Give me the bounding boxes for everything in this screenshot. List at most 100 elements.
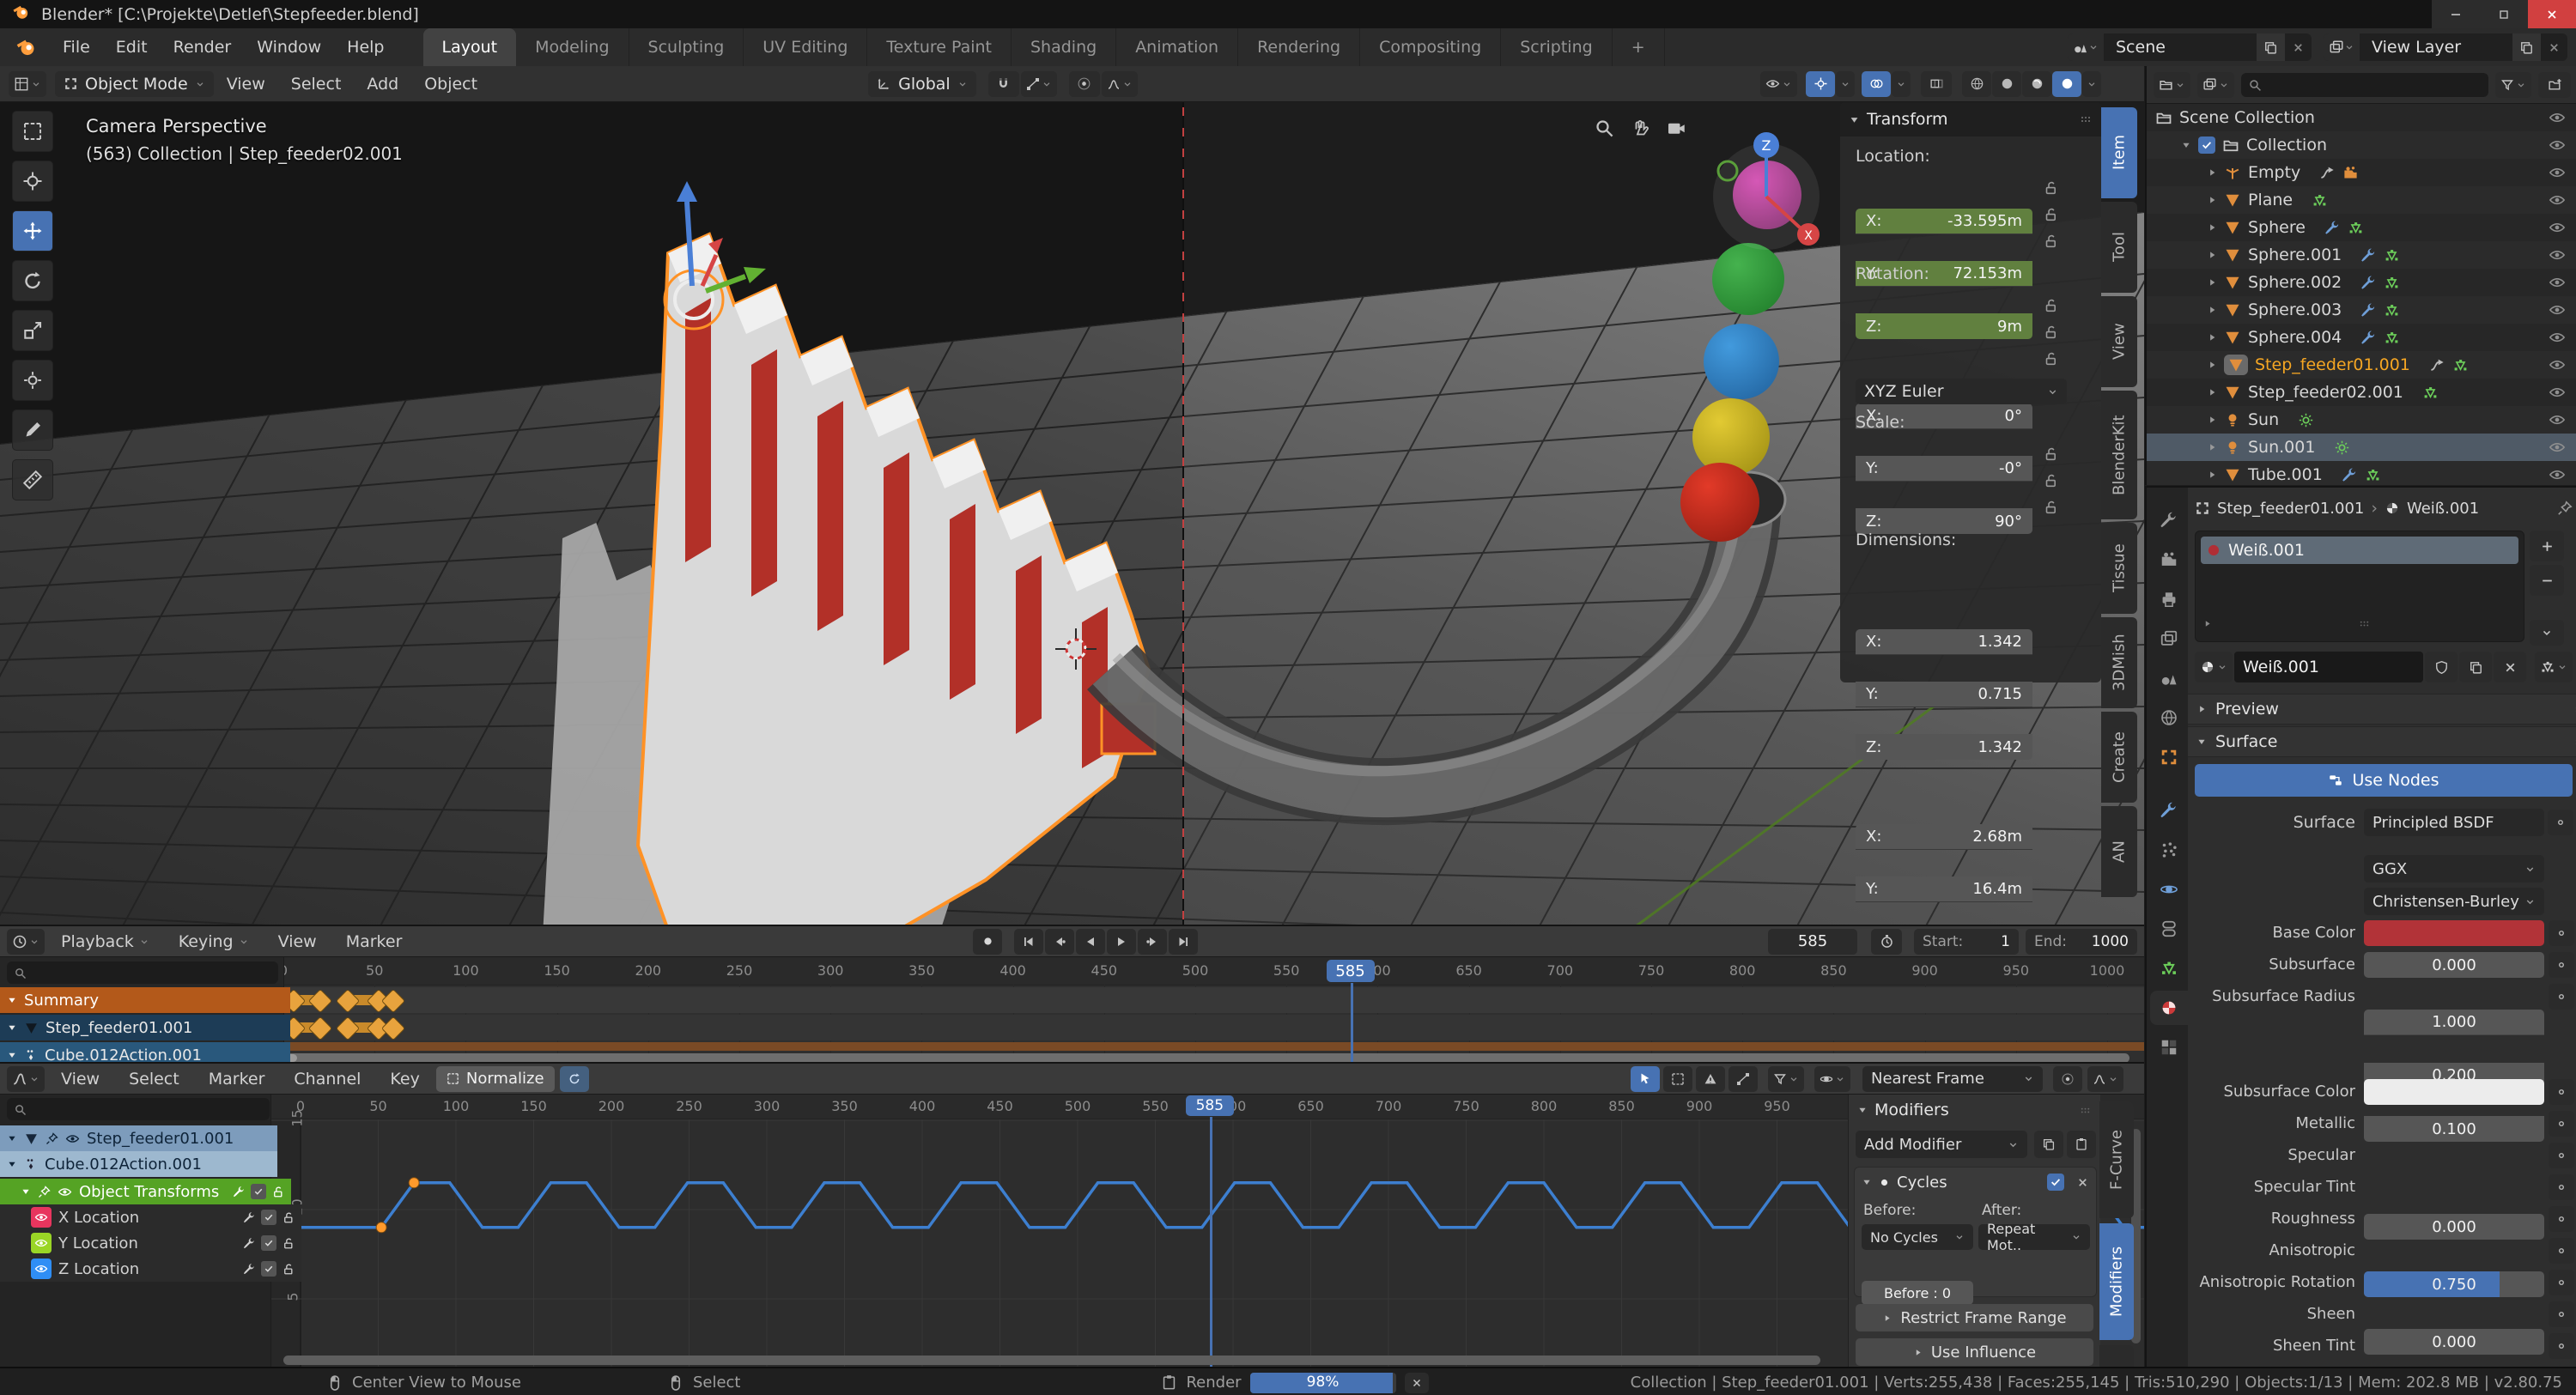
field-animate-button[interactable]	[2549, 1111, 2574, 1137]
workspace-tab-sculpting[interactable]: Sculpting	[629, 28, 744, 66]
n-tab-view[interactable]: View	[2101, 296, 2137, 387]
field-metallic[interactable]: 0.000	[2364, 1214, 2544, 1240]
fcurve-plot[interactable]	[0, 1095, 2144, 1368]
fake-user-toggle[interactable]	[2425, 652, 2458, 682]
n-tab-blenderkit[interactable]: BlenderKit	[2101, 391, 2137, 519]
snap-target-button[interactable]	[1021, 71, 1057, 97]
graph-menu-channel[interactable]: Channel	[281, 1070, 374, 1089]
modifier-enable-checkbox[interactable]	[2047, 1174, 2064, 1191]
dope-channel-1[interactable]: Step_feeder01.001	[0, 1015, 290, 1040]
field-animate-button[interactable]	[2549, 1206, 2574, 1232]
render-cancel-button[interactable]	[1405, 1373, 1429, 1393]
outliner-funnel-button[interactable]	[2495, 72, 2531, 98]
after-mode-dropdown[interactable]: Repeat Mot..	[1978, 1224, 2090, 1250]
lock-toggle[interactable]	[2043, 321, 2065, 343]
transform-dimensions-y[interactable]: Y:16.4m	[1856, 876, 2032, 902]
only-errors-toggle[interactable]	[1696, 1066, 1725, 1092]
outliner-row[interactable]: Tube.001	[2147, 461, 2576, 485]
properties-tab-constraints[interactable]	[2150, 912, 2188, 946]
properties-tab-texture[interactable]	[2150, 1030, 2188, 1064]
graph-channel-3[interactable]: X Location	[0, 1204, 301, 1230]
workspace-tab-shading[interactable]: Shading	[1012, 28, 1116, 66]
viewport-menu-select[interactable]: Select	[278, 75, 355, 94]
visibility-eye-toggle[interactable]	[2549, 329, 2566, 346]
outliner-row[interactable]: Sphere.002	[2147, 269, 2576, 296]
outliner-row[interactable]: Step_feeder02.001	[2147, 379, 2576, 406]
maximize-button[interactable]	[2480, 0, 2528, 28]
playhead-frame-pill[interactable]: 585	[1327, 960, 1375, 982]
dope-editor-type-button[interactable]	[7, 929, 45, 955]
link-target-button[interactable]	[2535, 652, 2573, 682]
properties-tab-tool[interactable]	[2150, 503, 2188, 537]
field-subsurface[interactable]: 0.000	[2364, 952, 2544, 978]
rotation-mode-dropdown[interactable]: XYZ Euler	[1856, 379, 2067, 404]
outliner-row[interactable]: Sphere.004	[2147, 324, 2576, 351]
snap-mode-dropdown[interactable]: Nearest Frame	[1862, 1066, 2043, 1092]
slot-remove-button[interactable]	[2530, 565, 2564, 596]
render-progressbar[interactable]: 98%	[1250, 1373, 1396, 1393]
field-animate-button[interactable]	[2549, 1333, 2574, 1359]
collection-checkbox[interactable]	[2198, 136, 2215, 154]
sidebar-modifiers-header[interactable]: Modifiers	[1849, 1095, 2100, 1125]
workspace-tab-rendering[interactable]: Rendering	[1238, 28, 1360, 66]
breadcrumb-object[interactable]: Step_feeder01.001	[2217, 500, 2364, 518]
menu-help[interactable]: Help	[334, 38, 397, 57]
properties-tab-particles[interactable]	[2150, 833, 2188, 867]
visibility-eye-toggle[interactable]	[2549, 109, 2566, 126]
playhead-line[interactable]	[1351, 983, 1353, 1064]
graph-tab-view[interactable]: View	[2099, 1345, 2134, 1368]
channel-mute-checkbox[interactable]	[251, 1184, 266, 1199]
properties-tab-scene[interactable]	[2150, 661, 2188, 695]
visibility-eye-toggle[interactable]	[2549, 411, 2566, 428]
new-collection-button[interactable]	[2538, 72, 2571, 98]
end-frame-field[interactable]: End:1000	[2026, 929, 2137, 955]
field-animate-button[interactable]	[2549, 984, 2574, 1010]
add-modifier-dropdown[interactable]: Add Modifier	[1856, 1131, 2027, 1158]
shading-wireframe-button[interactable]	[1962, 71, 1991, 97]
n-tab-an[interactable]: AN	[2101, 806, 2137, 897]
outliner-row[interactable]: Sphere.001	[2147, 241, 2576, 269]
surface-animate-button[interactable]	[2548, 810, 2573, 835]
field-specular[interactable]: 0.750	[2364, 1271, 2544, 1297]
outliner-row[interactable]: Step_feeder01.001	[2147, 351, 2576, 379]
properties-tab-world[interactable]	[2150, 701, 2188, 735]
visibility-eye-toggle[interactable]	[2549, 136, 2566, 154]
material-slot-row[interactable]: Weiß.001	[2201, 537, 2518, 564]
outliner-row[interactable]: Plane	[2147, 186, 2576, 214]
transform-dimensions-x[interactable]: X:2.68m	[1856, 824, 2032, 850]
auto-keyframe-toggle[interactable]	[1871, 929, 1902, 955]
field-animate-button[interactable]	[2549, 1270, 2574, 1295]
slot-add-button[interactable]	[2530, 531, 2564, 561]
viewport-menu-view[interactable]: View	[214, 75, 278, 94]
section-surface[interactable]: Surface	[2188, 726, 2576, 757]
visibility-eye-toggle[interactable]	[2549, 246, 2566, 264]
orientation-selector[interactable]: Global	[868, 71, 976, 97]
lock-toggle[interactable]	[2043, 496, 2065, 519]
normalize-auto-button[interactable]	[560, 1066, 589, 1092]
graph-tab-f-curve[interactable]: F-Curve	[2099, 1101, 2134, 1218]
outliner-row[interactable]: Empty	[2147, 159, 2576, 186]
nav-zoom-button[interactable]	[1594, 118, 1614, 138]
shading-material-preview-button[interactable]	[2022, 71, 2051, 97]
transport-skip-end-button[interactable]	[1169, 929, 1198, 955]
section-preview[interactable]: Preview	[2188, 694, 2576, 725]
tri-right-icon[interactable]	[2207, 305, 2217, 315]
proportional-toggle[interactable]	[1069, 71, 1100, 97]
graph-playhead-pill[interactable]: 585	[1186, 1095, 1234, 1116]
dope-menu-keying[interactable]: Keying	[166, 932, 262, 951]
tri-right-icon[interactable]	[2207, 222, 2217, 233]
viewport-menu-add[interactable]: Add	[354, 75, 411, 94]
graph-editor-type-button[interactable]	[7, 1066, 45, 1092]
channel-color-eye[interactable]	[31, 1207, 52, 1228]
shader-dropdown-1[interactable]: Christensen-Burley	[2364, 888, 2544, 915]
material-browse-button[interactable]	[2195, 652, 2233, 682]
field-animate-button[interactable]	[2549, 1143, 2574, 1168]
outliner-row[interactable]: Scene Collection	[2147, 104, 2576, 131]
xray-toggle[interactable]	[1921, 71, 1952, 97]
outliner-row[interactable]: Collection	[2147, 131, 2576, 159]
transform-scale-y[interactable]: Y:0.715	[1856, 682, 2032, 707]
use-influence-button[interactable]: Use Influence	[1856, 1338, 2093, 1366]
n-panel-header[interactable]: Transform	[1840, 102, 2101, 136]
n-tab-tool[interactable]: Tool	[2101, 202, 2137, 293]
gizmos-dropdown[interactable]	[1836, 71, 1855, 97]
